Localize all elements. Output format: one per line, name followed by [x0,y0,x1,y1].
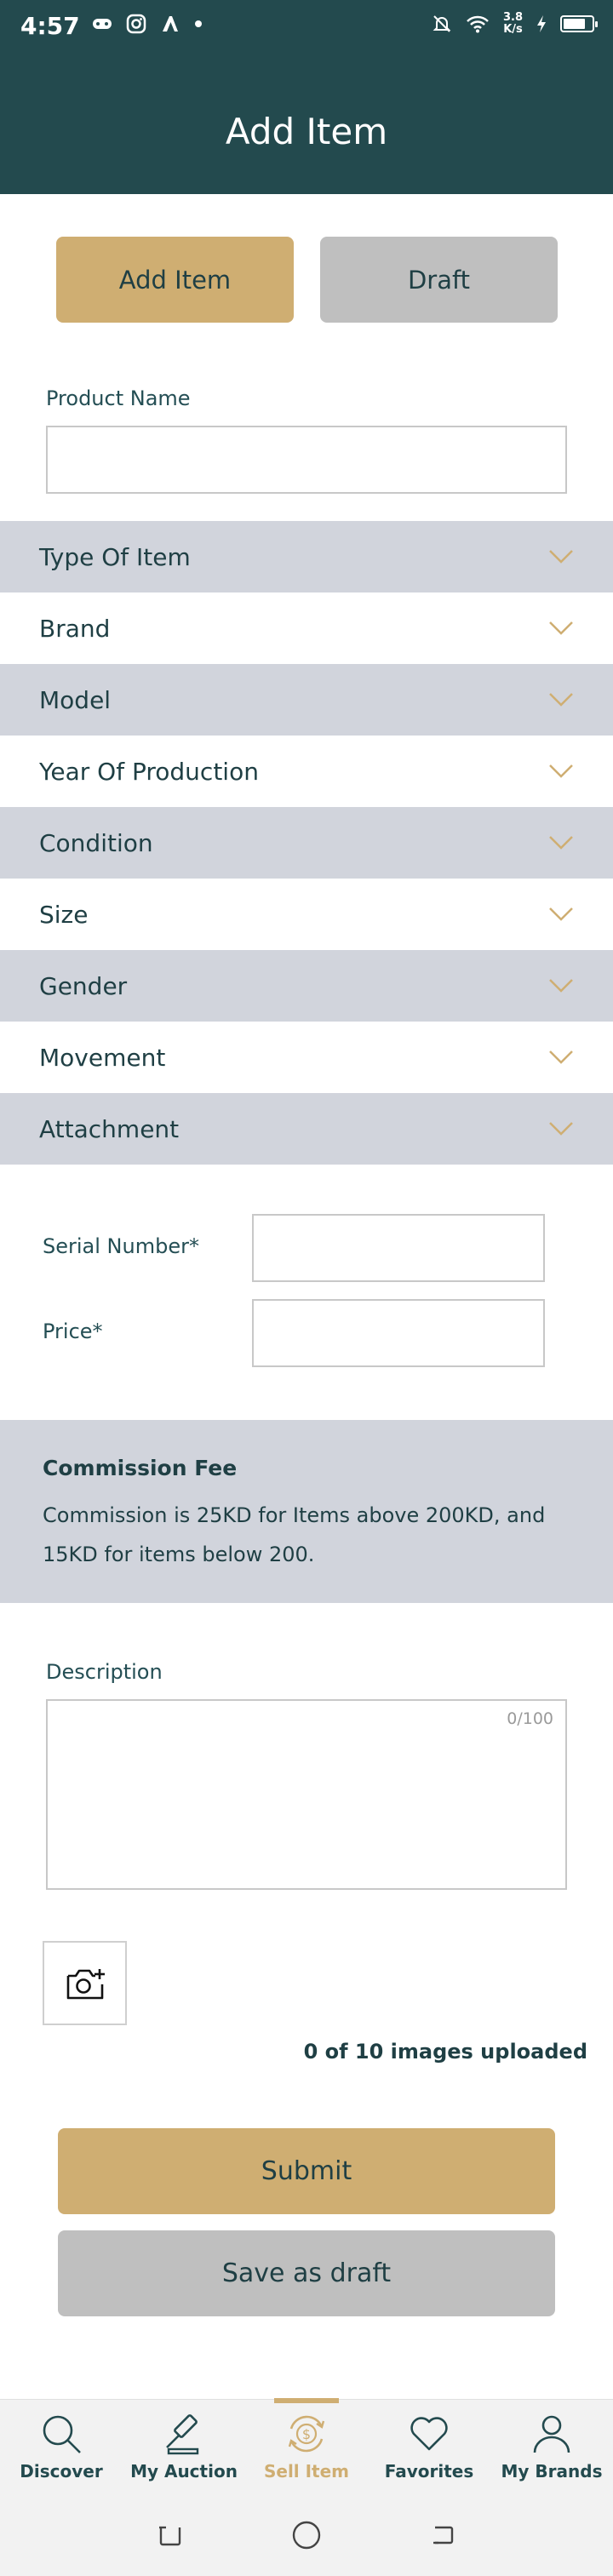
chevron-down-icon [549,1050,573,1064]
dropdown-model[interactable]: Model [0,664,613,736]
nav-label: Sell Item [263,2461,350,2482]
net-speed: 3.8 K/s [503,12,523,36]
search-icon [43,2415,81,2453]
dropdown-year-of-production[interactable]: Year Of Production [0,736,613,807]
dropdown-label: Movement [39,1043,166,1072]
dropdown-label: Year Of Production [39,757,259,786]
back-icon[interactable] [428,2521,457,2550]
nav-label: My Brands [501,2461,603,2482]
chevron-down-icon [549,1122,573,1136]
chevron-down-icon [549,836,573,850]
bottom-nav: Discover My Auction $ Sell Item Favorite… [0,2398,613,2494]
commission-info-box: Commission Fee Commission is 25KD for It… [0,1420,613,1603]
nav-my-brands[interactable]: My Brands [490,2400,613,2494]
charging-icon [537,15,546,32]
home-icon[interactable] [291,2520,322,2550]
camera-add-icon [66,1968,105,1999]
nav-sell-item[interactable]: $ Sell Item [245,2398,368,2494]
dropdown-label: Attachment [39,1114,180,1143]
add-item-tab-button[interactable]: Add Item [56,237,294,323]
dropdown-brand[interactable]: Brand [0,592,613,664]
chevron-down-icon [549,907,573,921]
price-input[interactable] [252,1299,545,1367]
heart-icon [410,2417,448,2451]
status-system-icons: 3.8 K/s [432,12,598,36]
svg-text:$: $ [302,2426,311,2442]
dropdown-type-of-item[interactable]: Type Of Item [0,521,613,592]
product-name-input[interactable] [46,426,567,494]
dropdown-label: Gender [39,971,128,1000]
price-label: Price* [43,1319,103,1343]
product-name-label: Product Name [46,386,191,410]
status-notification-icons [92,14,203,34]
submit-button[interactable]: Submit [58,2128,555,2214]
app-header: 4:57 3.8 K/s Add Item [0,0,613,194]
net-speed-unit: K/s [503,23,523,36]
commission-text: Commission is 25KD for Items above 200KD… [43,1503,546,1566]
status-time: 4:57 [20,12,80,40]
serial-number-input[interactable] [252,1214,545,1282]
draft-tab-button[interactable]: Draft [320,237,558,323]
instagram-icon [126,14,146,34]
dot-icon [195,20,202,27]
page-title: Add Item [225,111,388,152]
gavel-icon [166,2414,199,2455]
recent-apps-icon[interactable] [156,2521,185,2550]
dollar-cycle-icon: $ [288,2415,325,2453]
description-char-counter: 0/100 [507,1709,553,1728]
save-as-draft-button[interactable]: Save as draft [58,2230,555,2316]
add-photo-button[interactable] [43,1941,127,2025]
description-label: Description [46,1660,163,1684]
battery-icon [560,15,598,32]
chevron-down-icon [549,979,573,993]
dropdown-label: Condition [39,828,153,857]
nav-favorites[interactable]: Favorites [368,2400,490,2494]
nav-discover[interactable]: Discover [0,2400,123,2494]
commission-title: Commission Fee [43,1456,238,1480]
app-a-icon [163,16,178,31]
chevron-down-icon [549,764,573,778]
nav-label: Discover [20,2461,103,2482]
chevron-down-icon [549,550,573,564]
status-bar: 4:57 3.8 K/s [0,0,613,56]
wifi-icon [467,15,489,33]
dropdown-condition[interactable]: Condition [0,807,613,879]
dropdown-label: Type Of Item [39,542,191,571]
net-speed-value: 3.8 [502,11,523,24]
dropdown-label: Brand [39,614,111,643]
game-controller-icon [93,19,112,29]
dropdown-gender[interactable]: Gender [0,950,613,1022]
description-textarea[interactable]: 0/100 [46,1699,567,1890]
dropdown-size[interactable]: Size [0,879,613,950]
dropdown-movement[interactable]: Movement [0,1022,613,1093]
nav-label: My Auction [130,2461,238,2482]
user-icon [533,2415,570,2453]
nav-label: Favorites [384,2461,474,2482]
dropdown-label: Size [39,900,89,929]
serial-number-label: Serial Number* [43,1234,199,1258]
images-uploaded-count: 0 of 10 images uploaded [303,2040,587,2064]
attribute-dropdowns: Type Of Item Brand Model Year Of Product… [0,521,613,1165]
nav-my-auction[interactable]: My Auction [123,2400,245,2494]
bell-off-icon [433,15,451,32]
system-nav-bar [0,2494,613,2576]
chevron-down-icon [549,693,573,707]
dropdown-attachment[interactable]: Attachment [0,1093,613,1165]
dropdown-label: Model [39,685,112,714]
chevron-down-icon [549,621,573,635]
